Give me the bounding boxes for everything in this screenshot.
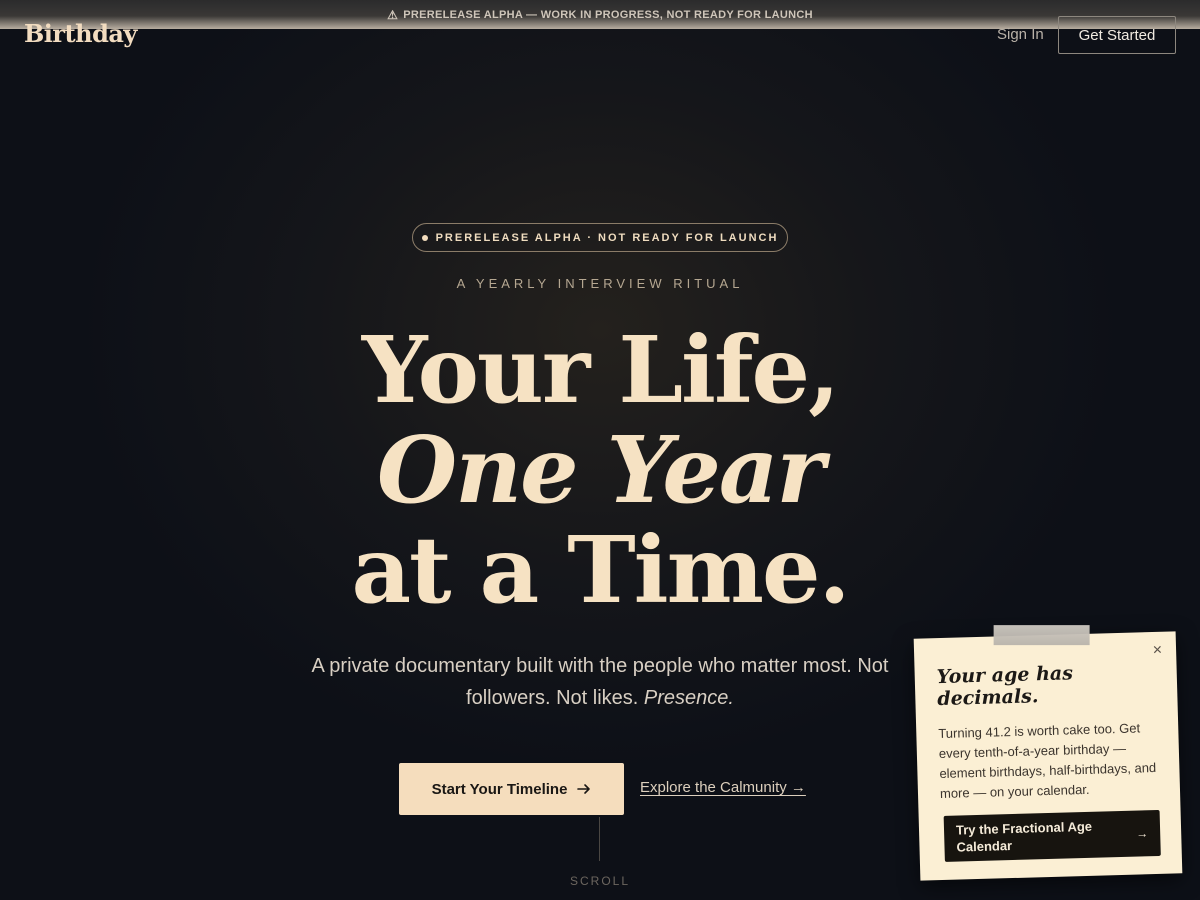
alpha-pill-text: PRERELEASE ALPHA · NOT READY FOR LAUNCH (435, 231, 779, 244)
start-timeline-button[interactable]: Start Your Timeline (399, 763, 624, 815)
landing-page: ⚠ PRERELEASE ALPHA — WORK IN PROGRESS, N… (0, 0, 1200, 900)
logo[interactable]: Birthday (24, 19, 137, 48)
headline-line-2: One Year (377, 416, 825, 524)
close-icon[interactable]: × (1153, 642, 1163, 660)
prerelease-banner-text: PRERELEASE ALPHA — WORK IN PROGRESS, NOT… (403, 8, 813, 21)
scroll-indicator-line (599, 817, 600, 861)
fractional-age-note: × Your age has decimals. Turning 41.2 is… (913, 625, 1183, 881)
subtitle-emphasis: Presence. (643, 687, 734, 709)
fractional-age-calendar-label: Try the Fractional Age Calendar (955, 818, 1093, 855)
sign-in-link[interactable]: Sign In (997, 26, 1044, 43)
fractional-age-calendar-button[interactable]: Try the Fractional Age Calendar → (943, 809, 1161, 862)
eyebrow-text: A YEARLY INTERVIEW RITUAL (456, 276, 744, 291)
hero-subtitle: A private documentary built with the peo… (300, 650, 900, 714)
alpha-pill: PRERELEASE ALPHA · NOT READY FOR LAUNCH (412, 223, 788, 252)
note-body: Turning 41.2 is worth cake too. Get ever… (938, 720, 1157, 802)
hero-headline: Your Life, One Year at a Time. (0, 320, 1200, 620)
headline-line-1: Your Life, (361, 316, 840, 424)
explore-calmunity-link[interactable]: Explore the Calmunity → (640, 779, 806, 796)
warning-icon: ⚠ (387, 7, 399, 22)
dot-icon (421, 234, 428, 241)
arrow-right-icon (577, 784, 591, 794)
start-timeline-label: Start Your Timeline (431, 780, 568, 798)
headline-line-3: at a Time. (351, 516, 850, 624)
tape-decoration (993, 625, 1090, 646)
get-started-button[interactable]: Get Started (1058, 16, 1176, 54)
note-title: Your age has decimals. (936, 662, 1074, 711)
arrow-right-icon: → (1136, 826, 1149, 841)
prerelease-banner: ⚠ PRERELEASE ALPHA — WORK IN PROGRESS, N… (0, 0, 1200, 29)
subtitle-main: A private documentary built with the peo… (311, 655, 889, 709)
